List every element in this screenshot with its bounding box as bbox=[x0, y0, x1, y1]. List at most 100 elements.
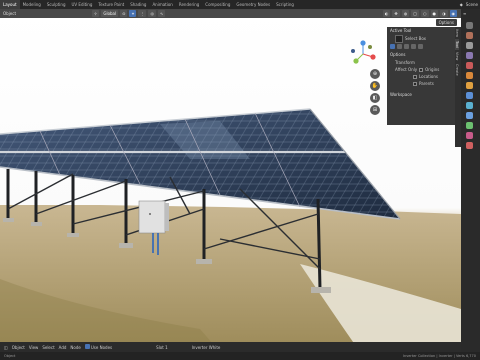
options-header[interactable]: Options bbox=[387, 51, 455, 58]
constraint-properties-icon[interactable] bbox=[466, 122, 473, 129]
tab-tool[interactable]: Tool bbox=[455, 38, 459, 50]
snap-icon[interactable]: ⌖ bbox=[129, 10, 137, 17]
overlay-icon[interactable]: ◍ bbox=[401, 10, 410, 17]
camera-view-icon[interactable]: ◧ bbox=[370, 93, 380, 103]
tool-properties-icon[interactable] bbox=[466, 22, 473, 29]
tab-layout[interactable]: Layout bbox=[0, 0, 20, 9]
navigation-buttons: ⊕ ✋ ◧ ⊞ bbox=[370, 69, 380, 115]
select-intersect-icon[interactable] bbox=[418, 44, 423, 49]
select-box-icon bbox=[395, 34, 403, 43]
rendered-shading-icon[interactable]: ◉ bbox=[449, 10, 457, 17]
tab-geometry-nodes[interactable]: Geometry Nodes bbox=[233, 0, 273, 9]
texture-properties-icon[interactable] bbox=[466, 142, 473, 149]
locations-checkbox[interactable] bbox=[413, 74, 417, 79]
slot-dropdown[interactable]: Slot 1 bbox=[156, 345, 167, 350]
3d-viewport[interactable]: Object ⊹ Global ⊙ ⌖ ⋮ ◎ ∿ ◐ ✥ ◍ ▢ ○ ● ◑ … bbox=[0, 9, 461, 352]
properties-header: ≡ bbox=[463, 11, 467, 16]
xray-icon[interactable]: ▢ bbox=[411, 10, 419, 17]
transform-controls: ⊹ Global ⊙ ⌖ ⋮ ◎ ∿ bbox=[92, 9, 166, 18]
add-menu[interactable]: Add bbox=[59, 345, 67, 350]
physics-properties-icon[interactable] bbox=[466, 112, 473, 119]
options-dropdown[interactable]: Options bbox=[435, 19, 457, 26]
material-selector[interactable]: Inverter White bbox=[192, 345, 221, 350]
zoom-icon[interactable]: ⊕ bbox=[370, 69, 380, 79]
locations-label: Locations bbox=[419, 74, 439, 79]
tab-modeling[interactable]: Modeling bbox=[20, 0, 44, 9]
viewport-header: Object ⊹ Global ⊙ ⌖ ⋮ ◎ ∿ ◐ ✥ ◍ ▢ ○ ● ◑ … bbox=[0, 9, 461, 18]
editor-type-icon[interactable]: ◫ bbox=[4, 345, 8, 350]
parents-checkbox[interactable] bbox=[413, 81, 417, 86]
modifier-properties-icon[interactable] bbox=[466, 92, 473, 99]
tab-sculpting[interactable]: Sculpting bbox=[44, 0, 69, 9]
status-left: Object bbox=[4, 354, 16, 358]
tab-create[interactable]: Create bbox=[455, 62, 459, 78]
blender-window: Layout Modeling Sculpting UV Editing Tex… bbox=[0, 0, 480, 360]
view-menu[interactable]: View bbox=[29, 345, 39, 350]
scene-selector[interactable]: ◆ Scene bbox=[460, 0, 478, 9]
view-layer-properties-icon[interactable] bbox=[466, 52, 473, 59]
properties-editor: ≡ bbox=[461, 9, 480, 352]
tab-rendering[interactable]: Rendering bbox=[176, 0, 202, 9]
scene-properties-icon[interactable] bbox=[466, 62, 473, 69]
proportional-edit-icon[interactable]: ◎ bbox=[148, 10, 156, 17]
shader-editor-header: ◫ Object View Select Add Node Use Nodes … bbox=[0, 342, 461, 352]
select-menu[interactable]: Select bbox=[42, 345, 54, 350]
tab-scripting[interactable]: Scripting bbox=[273, 0, 297, 9]
tab-animation[interactable]: Animation bbox=[149, 0, 175, 9]
gizmo-icon[interactable]: ✥ bbox=[392, 10, 400, 17]
orientation-dropdown[interactable]: Global bbox=[101, 10, 119, 17]
parents-row: Parents bbox=[387, 80, 455, 87]
render-properties-icon[interactable] bbox=[466, 32, 473, 39]
tab-uv-editing[interactable]: UV Editing bbox=[69, 0, 96, 9]
visibility-icon[interactable]: ◐ bbox=[382, 10, 391, 17]
select-mode-buttons bbox=[387, 42, 455, 51]
active-tool-header[interactable]: Active Tool bbox=[387, 27, 455, 34]
orientation-icon[interactable]: ⊹ bbox=[92, 10, 100, 17]
parents-label: Parents bbox=[419, 81, 434, 86]
tab-compositing[interactable]: Compositing bbox=[202, 0, 233, 9]
select-new-icon[interactable] bbox=[390, 44, 395, 49]
select-extend-icon[interactable] bbox=[397, 44, 402, 49]
locations-row: Locations bbox=[387, 73, 455, 80]
object-dropdown[interactable]: Object bbox=[12, 345, 25, 350]
perspective-grid-icon[interactable]: ⊞ bbox=[370, 105, 380, 115]
workspace-header[interactable]: Workspace bbox=[387, 91, 455, 98]
tab-view[interactable]: View bbox=[455, 50, 459, 62]
pan-hand-icon[interactable]: ✋ bbox=[370, 81, 380, 91]
use-nodes-checkbox[interactable] bbox=[84, 344, 90, 349]
scene-label: Scene bbox=[465, 2, 478, 7]
origins-checkbox[interactable] bbox=[419, 67, 424, 72]
select-subtract-icon[interactable] bbox=[404, 44, 409, 49]
sidebar-n-panel: Active Tool Select Box Options Transform… bbox=[387, 27, 455, 125]
transform-subheader[interactable]: Transform bbox=[387, 59, 455, 66]
use-nodes-label: Use Nodes bbox=[90, 345, 113, 350]
falloff-icon[interactable]: ∿ bbox=[157, 10, 166, 17]
use-nodes-toggle[interactable]: Use Nodes bbox=[84, 344, 113, 350]
viewport-shading-controls: ◐ ✥ ◍ ▢ ○ ● ◑ ◉ bbox=[382, 9, 457, 18]
pivot-icon[interactable]: ⊙ bbox=[120, 10, 128, 17]
node-menu[interactable]: Node bbox=[70, 345, 80, 350]
navigation-gizmo[interactable] bbox=[348, 39, 378, 69]
origins-label: Origins bbox=[425, 67, 440, 72]
tab-shading[interactable]: Shading bbox=[127, 0, 149, 9]
object-mode-selector[interactable]: Object bbox=[0, 11, 19, 16]
select-box-row[interactable]: Select Box bbox=[387, 34, 455, 43]
world-properties-icon[interactable] bbox=[466, 72, 473, 79]
particle-properties-icon[interactable] bbox=[466, 102, 473, 109]
select-box-label: Select Box bbox=[405, 36, 427, 41]
status-right: Inverter Collection | Inverter | Verts 6… bbox=[402, 354, 476, 358]
select-invert-icon[interactable] bbox=[411, 44, 416, 49]
material-properties-icon[interactable] bbox=[466, 132, 473, 139]
tab-texture-paint[interactable]: Texture Paint bbox=[95, 0, 127, 9]
snap-target-icon[interactable]: ⋮ bbox=[138, 10, 147, 17]
material-shading-icon[interactable]: ◑ bbox=[440, 10, 448, 17]
object-properties-icon[interactable] bbox=[466, 82, 473, 89]
status-bar: Object Inverter Collection | Inverter | … bbox=[0, 352, 480, 360]
affect-only-origins-row: Affect Only Origins bbox=[387, 66, 455, 73]
output-properties-icon[interactable] bbox=[466, 42, 473, 49]
tab-item[interactable]: Item bbox=[455, 27, 459, 39]
wireframe-shading-icon[interactable]: ○ bbox=[421, 10, 429, 17]
affect-only-label: Affect Only bbox=[395, 67, 418, 72]
solid-shading-icon[interactable]: ● bbox=[430, 10, 438, 17]
inverter-box bbox=[138, 200, 166, 234]
